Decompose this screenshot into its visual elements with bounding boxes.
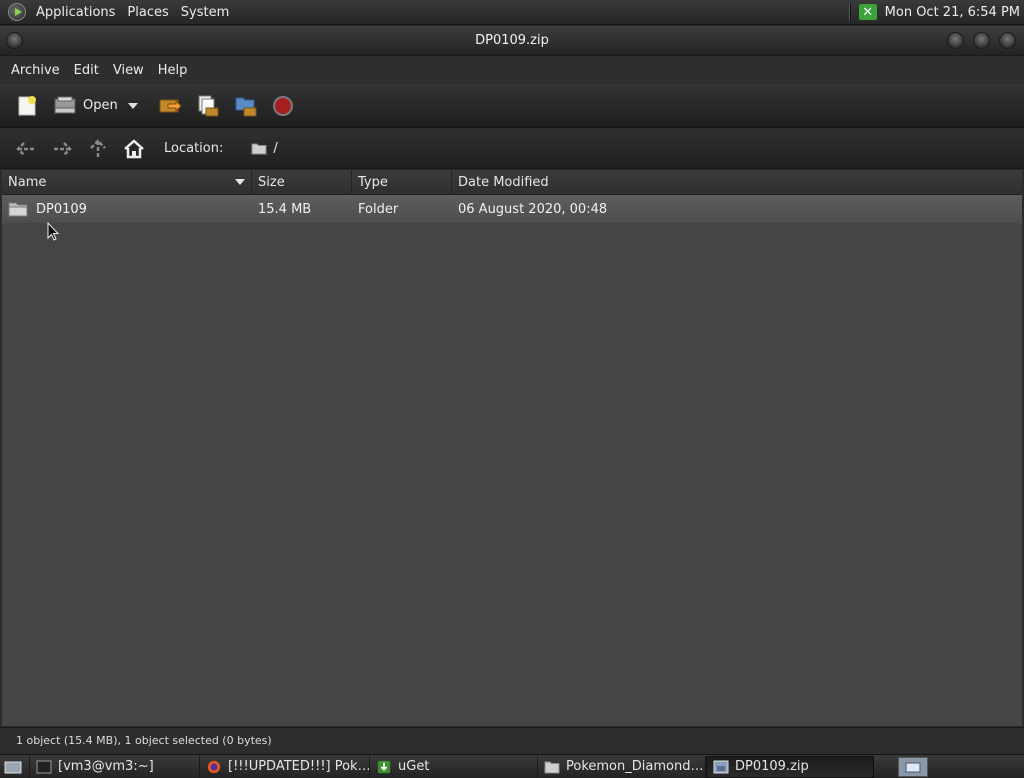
show-desktop-button[interactable] xyxy=(0,755,30,778)
up-arrow-icon xyxy=(90,138,106,157)
cell-type: Folder xyxy=(358,201,399,217)
toolbar: Open xyxy=(0,84,1024,128)
panel-clock[interactable]: Mon Oct 21, 6:54 PM xyxy=(885,5,1020,20)
column-header-name-label: Name xyxy=(8,175,47,190)
cell-name: DP0109 xyxy=(2,195,252,223)
back-button[interactable] xyxy=(8,133,44,165)
x-tray-icon[interactable]: ✕ xyxy=(858,4,877,20)
new-archive-icon xyxy=(18,95,36,115)
cell-name-text: DP0109 xyxy=(36,201,87,217)
firefox-icon xyxy=(207,760,221,773)
menubar: Archive Edit View Help xyxy=(0,57,1024,84)
menu-edit[interactable]: Edit xyxy=(67,63,106,78)
add-folder-button[interactable] xyxy=(229,89,263,123)
open-icon xyxy=(54,96,76,113)
home-icon xyxy=(124,138,144,158)
up-button[interactable] xyxy=(80,133,116,165)
back-arrow-icon xyxy=(16,141,35,156)
taskbar-item-label: [vm3@vm3:~] xyxy=(58,759,154,774)
add-files-icon xyxy=(198,95,219,116)
mouse-pointer-icon xyxy=(47,222,59,241)
window-titlebar[interactable]: DP0109.zip xyxy=(0,26,1024,56)
archive-icon xyxy=(713,760,729,773)
taskbar-item-archive[interactable]: DP0109.zip xyxy=(706,755,874,778)
folder-icon xyxy=(544,761,560,773)
taskbar-item-label: [!!!UPDATED!!!] Pok… xyxy=(228,759,370,774)
workspace-window-icon xyxy=(905,762,921,772)
stop-icon xyxy=(272,95,293,116)
add-files-button[interactable] xyxy=(191,89,225,123)
taskbar-item-label: uGet xyxy=(398,759,430,774)
stop-button[interactable] xyxy=(267,89,299,123)
column-header-size-label: Size xyxy=(258,175,285,190)
menu-archive[interactable]: Archive xyxy=(4,63,67,78)
folder-icon xyxy=(8,202,28,217)
maximize-button[interactable] xyxy=(973,32,990,49)
show-desktop-icon xyxy=(4,761,22,773)
window-title: DP0109.zip xyxy=(475,33,549,48)
cell-size: 15.4 MB xyxy=(258,201,312,217)
panel-menu-system[interactable]: System xyxy=(175,0,235,25)
taskbar-item-label: Pokemon_Diamond… xyxy=(566,759,704,774)
open-button[interactable]: Open xyxy=(48,89,149,123)
location-path[interactable]: / xyxy=(251,141,278,156)
location-bar: Location: / xyxy=(0,129,1024,169)
column-header-name[interactable]: Name xyxy=(2,170,252,195)
forward-button[interactable] xyxy=(44,133,80,165)
open-button-label: Open xyxy=(83,98,118,113)
taskbar-item-label: DP0109.zip xyxy=(735,759,809,774)
extract-icon xyxy=(159,99,182,112)
tray-separator xyxy=(848,3,851,21)
taskbar-item-terminal[interactable]: [vm3@vm3:~] xyxy=(30,755,200,778)
bottom-taskbar: [vm3@vm3:~] [!!!UPDATED!!!] Pok… uGet Po… xyxy=(0,754,1024,778)
window-menu-button[interactable] xyxy=(6,32,23,49)
column-header-type[interactable]: Type xyxy=(352,170,452,195)
menu-help[interactable]: Help xyxy=(151,63,195,78)
extract-button[interactable] xyxy=(153,89,187,123)
home-button[interactable] xyxy=(116,133,152,165)
location-label: Location: xyxy=(164,141,224,156)
status-bar: 1 object (15.4 MB), 1 object selected (0… xyxy=(0,727,1024,753)
open-dropdown-arrow-icon[interactable] xyxy=(127,102,138,109)
new-archive-button[interactable] xyxy=(10,89,44,123)
table-row[interactable]: DP0109 15.4 MB Folder 06 August 2020, 00… xyxy=(2,195,1022,223)
file-list-header: Name Size Type Date Modified xyxy=(2,170,1022,195)
folder-icon xyxy=(251,143,267,155)
file-list[interactable]: Name Size Type Date Modified DP0109 15.4… xyxy=(0,170,1024,726)
panel-menu-applications[interactable]: Applications xyxy=(30,0,121,25)
workspace-switcher[interactable] xyxy=(898,756,928,777)
cell-date: 06 August 2020, 00:48 xyxy=(458,201,608,217)
add-folder-icon xyxy=(235,97,257,116)
minimize-button[interactable] xyxy=(947,32,964,49)
top-panel: Applications Places System ✕ Mon Oct 21,… xyxy=(0,0,1024,25)
taskbar-item-file-manager[interactable]: Pokemon_Diamond… xyxy=(538,755,706,778)
terminal-icon xyxy=(36,760,52,773)
close-button[interactable] xyxy=(999,32,1016,49)
uget-icon xyxy=(377,760,391,773)
sort-descending-icon xyxy=(235,179,245,185)
status-text: 1 object (15.4 MB), 1 object selected (0… xyxy=(16,734,272,747)
column-header-type-label: Type xyxy=(358,175,388,190)
forward-arrow-icon xyxy=(53,141,72,156)
panel-menu-places[interactable]: Places xyxy=(121,0,174,25)
applications-logo-icon[interactable] xyxy=(8,3,26,21)
panel-tray: ✕ Mon Oct 21, 6:54 PM xyxy=(848,0,1024,25)
panel-menu: Applications Places System xyxy=(30,0,235,25)
location-path-text: / xyxy=(273,141,278,156)
column-header-size[interactable]: Size xyxy=(252,170,352,195)
column-header-date[interactable]: Date Modified xyxy=(452,170,1022,195)
taskbar-item-uget[interactable]: uGet xyxy=(370,755,538,778)
column-header-date-label: Date Modified xyxy=(458,175,549,190)
menu-view[interactable]: View xyxy=(106,63,151,78)
taskbar-item-firefox[interactable]: [!!!UPDATED!!!] Pok… xyxy=(200,755,370,778)
